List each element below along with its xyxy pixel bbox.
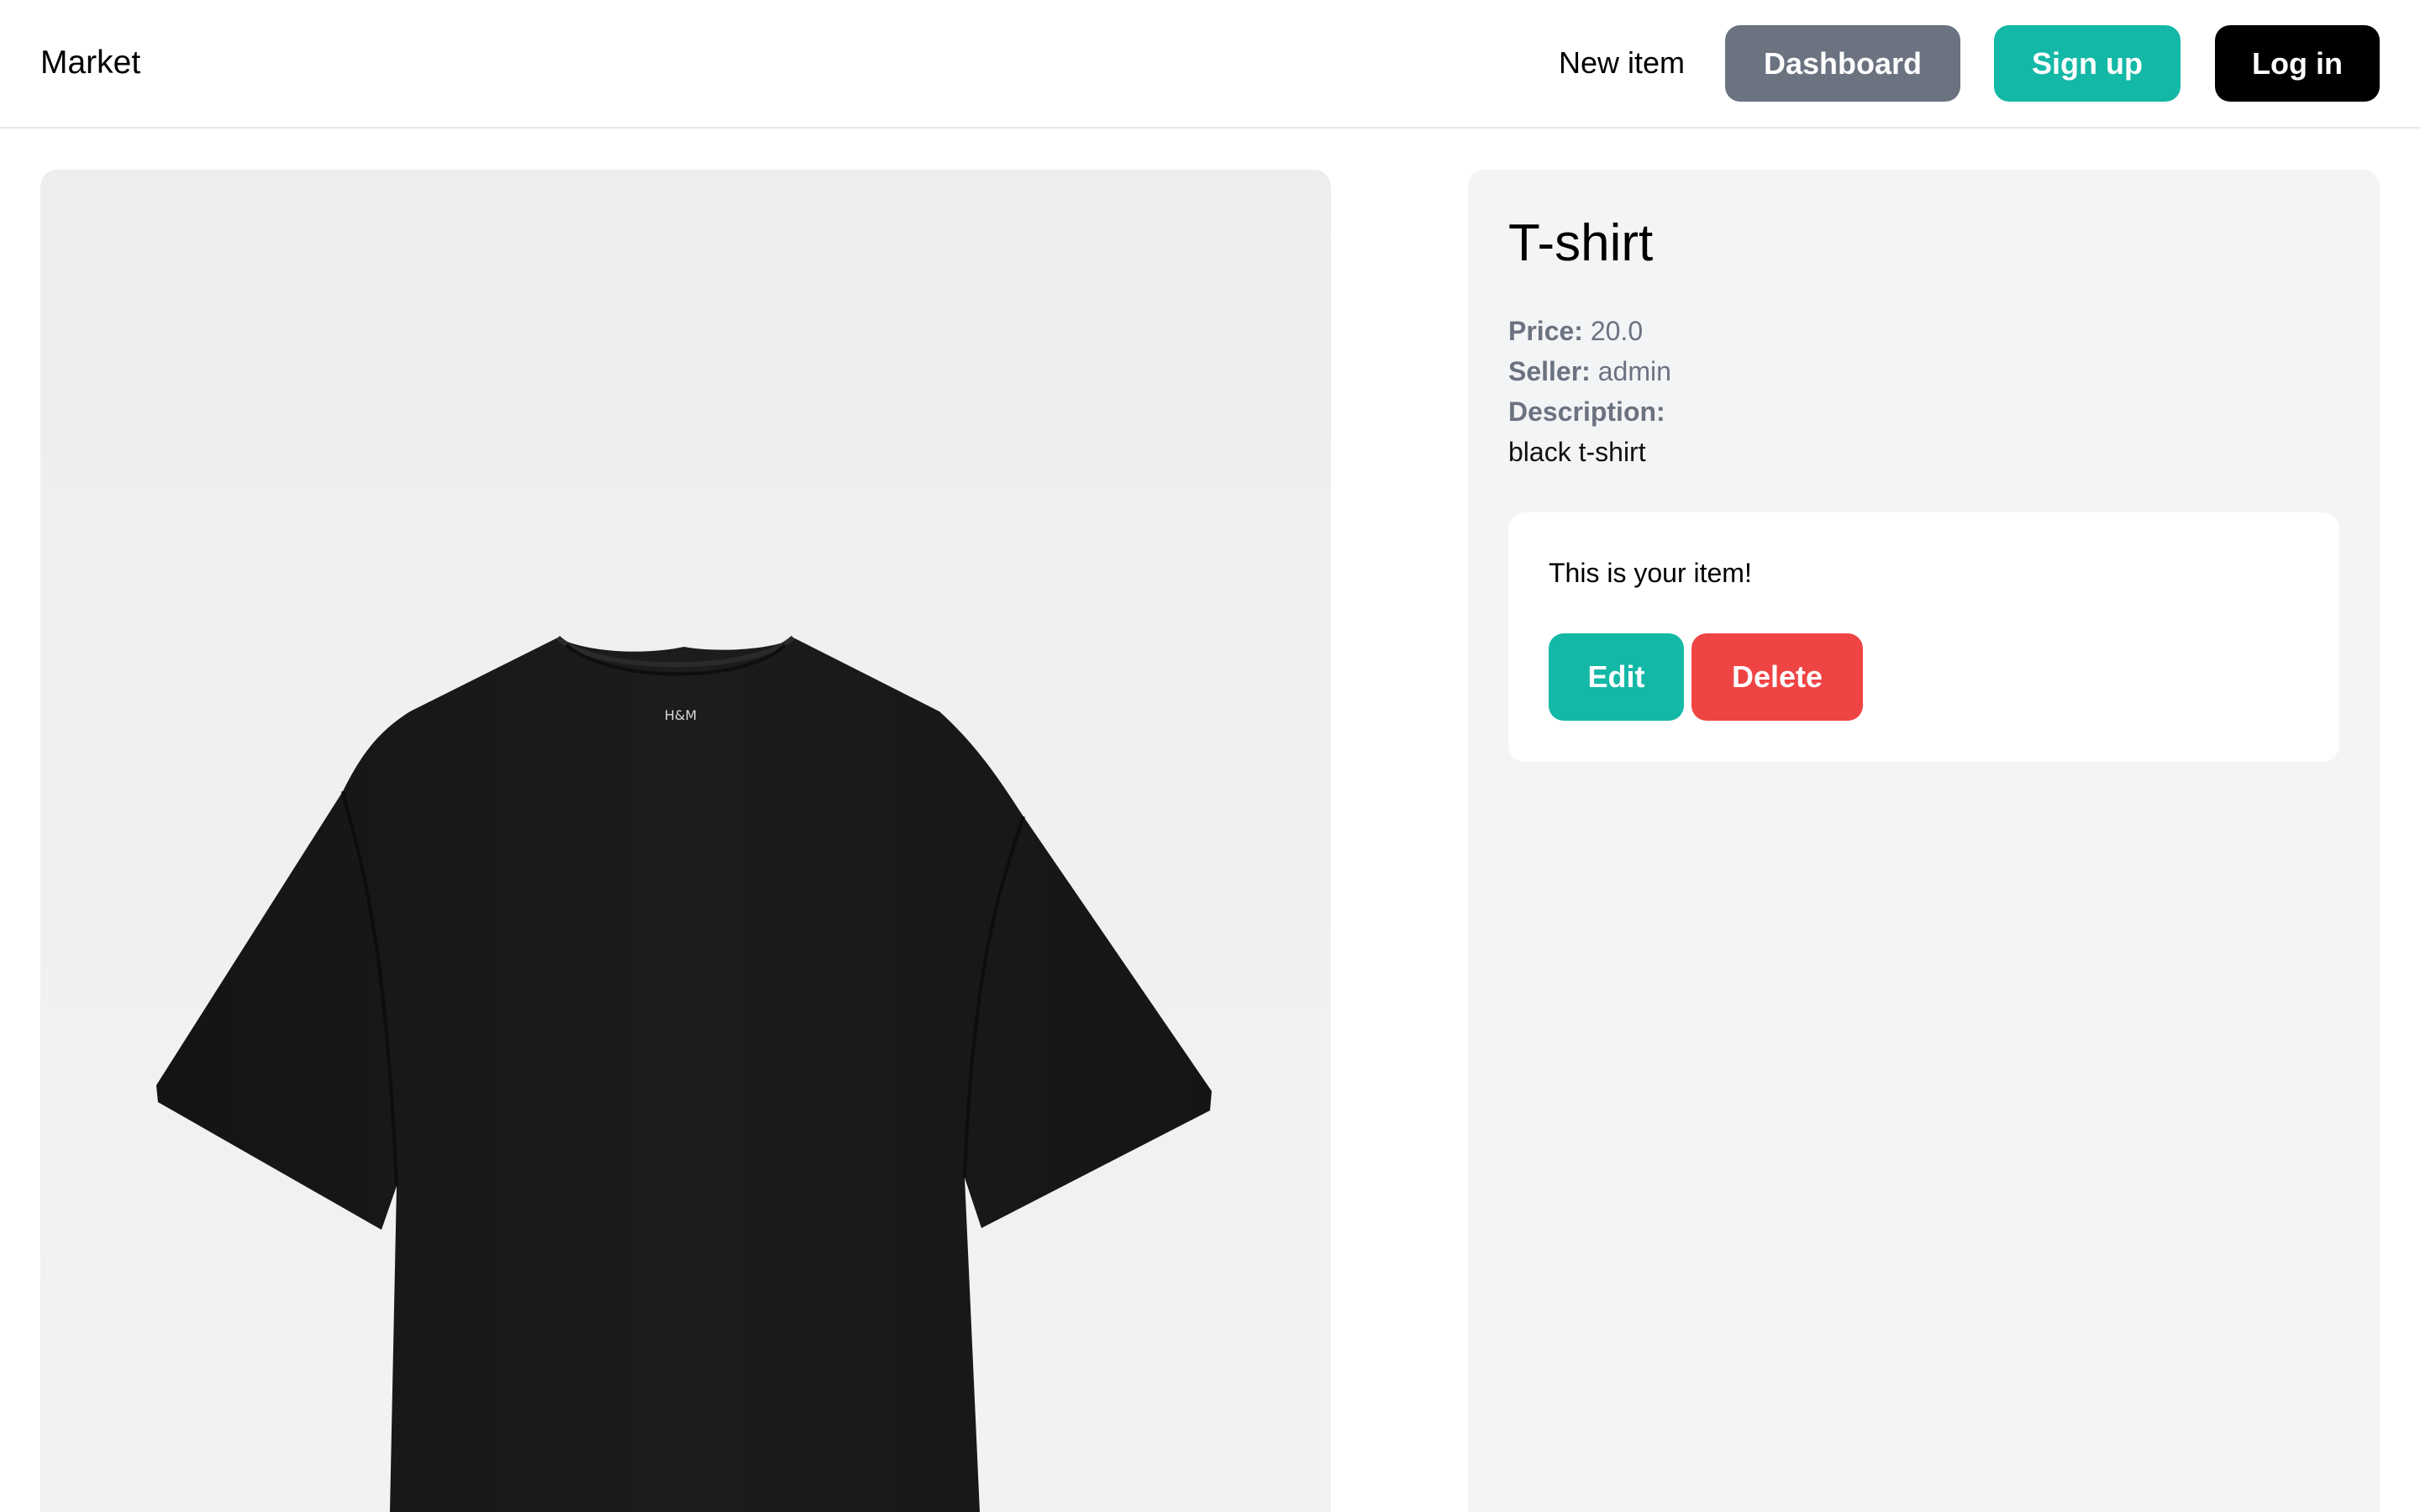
- delete-button[interactable]: Delete: [1691, 633, 1863, 721]
- price-row: Price: 20.0: [1508, 311, 1643, 351]
- price-value: 20.0: [1590, 316, 1644, 346]
- description-label: Description:: [1508, 396, 1665, 427]
- brand-logo-link[interactable]: Market: [40, 42, 140, 84]
- signup-button[interactable]: Sign up: [1994, 25, 2181, 102]
- top-navbar: Market New item Dashboard Sign up Log in: [0, 0, 2420, 129]
- owner-actions-card: This is your item! Edit Delete: [1508, 512, 2339, 762]
- dashboard-button[interactable]: Dashboard: [1725, 25, 1960, 102]
- black-tshirt-photo: H&M: [156, 635, 1212, 1512]
- description-value: black t-shirt: [1508, 437, 1646, 467]
- owner-message: This is your item!: [1549, 558, 1752, 588]
- tshirt-tag-text: H&M: [665, 707, 697, 723]
- seller-label: Seller:: [1508, 356, 1591, 386]
- seller-value: admin: [1597, 356, 1671, 386]
- description-label-row: Description:: [1508, 391, 1665, 432]
- new-item-link[interactable]: New item: [1559, 42, 1685, 84]
- edit-button[interactable]: Edit: [1549, 633, 1684, 721]
- item-details-panel: T-shirt Price: 20.0 Seller: admin Descri…: [1468, 170, 2380, 1512]
- item-title: T-shirt: [1508, 214, 1654, 272]
- login-button[interactable]: Log in: [2215, 25, 2380, 102]
- price-label: Price:: [1508, 316, 1583, 346]
- product-image: H&M: [40, 170, 1331, 1512]
- seller-row: Seller: admin: [1508, 351, 1671, 391]
